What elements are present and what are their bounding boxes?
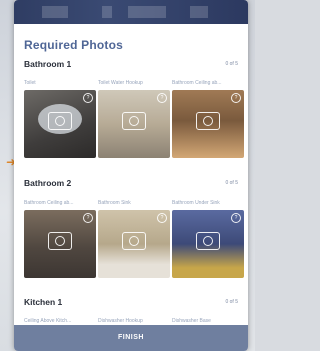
finish-button[interactable]: FINISH bbox=[14, 325, 248, 351]
section-title: Bathroom 1 bbox=[24, 59, 72, 69]
photo-label: Ceiling Above Kitch... bbox=[24, 318, 72, 324]
camera-icon bbox=[122, 232, 146, 250]
camera-icon bbox=[196, 112, 220, 130]
photo-tile[interactable]: ? bbox=[24, 210, 96, 278]
help-icon[interactable]: ? bbox=[83, 213, 93, 223]
help-icon[interactable]: ? bbox=[83, 93, 93, 103]
sheet-title: Required Photos bbox=[24, 38, 124, 52]
help-icon[interactable]: ? bbox=[231, 93, 241, 103]
photo-label: Bathroom Ceiling ab... bbox=[24, 200, 74, 206]
camera-icon bbox=[196, 232, 220, 250]
section-title: Bathroom 2 bbox=[24, 178, 72, 188]
top-bar-decoration bbox=[128, 6, 166, 18]
photo-tile[interactable]: ? bbox=[98, 210, 170, 278]
photo-label: Dishwasher Hookup bbox=[98, 318, 143, 324]
photo-tile[interactable]: ? bbox=[172, 90, 244, 158]
photo-label: Bathroom Ceiling ab... bbox=[172, 80, 222, 86]
photo-tile[interactable]: ? bbox=[172, 210, 244, 278]
photo-label: Bathroom Sink bbox=[98, 200, 131, 206]
background-right bbox=[247, 0, 255, 351]
help-icon[interactable]: ? bbox=[157, 93, 167, 103]
top-bar-decoration bbox=[42, 6, 68, 18]
section-title: Kitchen 1 bbox=[24, 297, 63, 307]
photo-label: Dishwasher Base bbox=[172, 318, 211, 324]
photo-tile[interactable]: ? bbox=[24, 90, 96, 158]
camera-icon bbox=[48, 232, 72, 250]
help-icon[interactable]: ? bbox=[231, 213, 241, 223]
photo-label: Bathroom Under Sink bbox=[172, 200, 220, 206]
required-photos-sheet: Required Photos Bathroom 1 0 of 5 Toilet… bbox=[14, 0, 248, 351]
help-icon[interactable]: ? bbox=[157, 213, 167, 223]
top-bar bbox=[14, 0, 248, 24]
camera-icon bbox=[122, 112, 146, 130]
top-bar-decoration bbox=[102, 6, 112, 18]
photo-label: Toilet Water Hookup bbox=[98, 80, 143, 86]
section-count: 0 of 5 bbox=[225, 180, 238, 186]
section-count: 0 of 5 bbox=[225, 61, 238, 67]
background-left bbox=[0, 0, 14, 351]
photo-tile[interactable]: ? bbox=[98, 90, 170, 158]
section-count: 0 of 5 bbox=[225, 299, 238, 305]
camera-icon bbox=[48, 112, 72, 130]
top-bar-decoration bbox=[190, 6, 208, 18]
photo-label: Toilet bbox=[24, 80, 36, 86]
